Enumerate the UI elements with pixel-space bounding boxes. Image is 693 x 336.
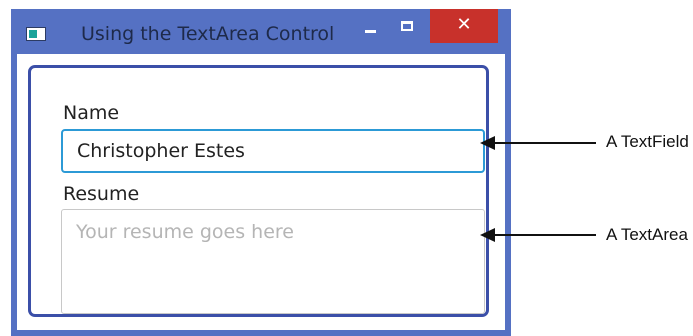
- textfield-annotation: A TextField: [606, 132, 689, 151]
- textfield-callout-arrow: [480, 136, 596, 150]
- name-label: Name: [63, 102, 120, 124]
- resume-label: Resume: [63, 183, 140, 205]
- name-textfield[interactable]: [61, 129, 485, 173]
- minimize-button[interactable]: [360, 17, 382, 39]
- resume-textarea[interactable]: [61, 209, 485, 314]
- window-content: Name Resume: [17, 54, 505, 330]
- app-window: Using the TextArea Control ✕ Name Resume: [11, 9, 511, 336]
- window-title: Using the TextArea Control: [81, 23, 335, 45]
- form-pane: Name Resume: [28, 65, 489, 317]
- maximize-icon: [401, 21, 413, 31]
- title-bar[interactable]: Using the TextArea Control ✕: [11, 9, 511, 54]
- maximize-button[interactable]: [396, 16, 418, 38]
- minimize-icon: [365, 30, 376, 33]
- textarea-annotation: A TextArea: [606, 225, 688, 244]
- close-button[interactable]: ✕: [430, 9, 498, 43]
- app-icon: [26, 27, 46, 41]
- close-icon: ✕: [456, 14, 472, 35]
- textarea-callout-arrow: [480, 228, 596, 242]
